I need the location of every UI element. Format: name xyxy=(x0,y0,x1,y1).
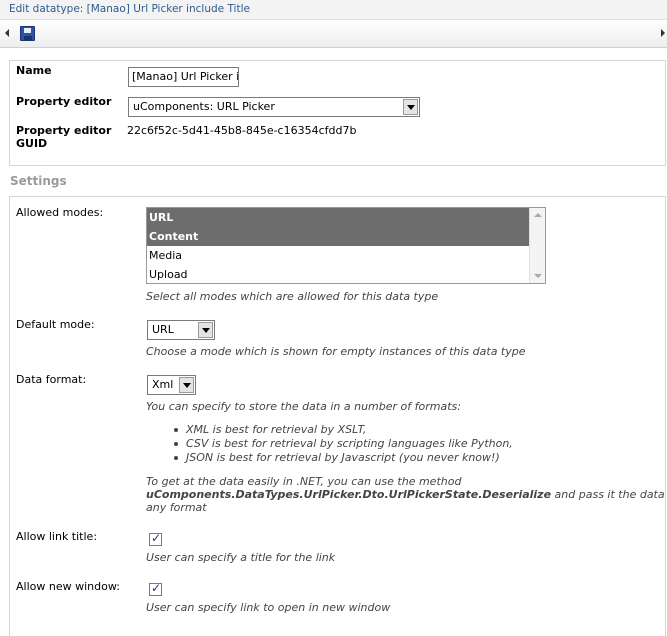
allow-new-window-checkbox[interactable]: ✓ xyxy=(149,581,162,596)
allow-new-window-label: Allow new window: xyxy=(16,580,120,593)
deserialize-method: uComponents.DataTypes.UrlPicker.Dto.UrlP… xyxy=(146,488,552,501)
property-editor-label: Property editor xyxy=(16,95,112,108)
default-mode-label: Default mode: xyxy=(16,318,95,331)
default-mode-value: URL xyxy=(152,323,174,336)
allow-link-title-label: Allow link title: xyxy=(16,530,98,543)
chevron-down-icon[interactable] xyxy=(403,99,418,115)
format-list: XML is best for retrieval by XSLT, CSV i… xyxy=(170,423,513,465)
checkmark-icon: ✓ xyxy=(151,531,162,545)
allow-link-title-checkbox[interactable]: ✓ xyxy=(149,531,162,546)
net-hint-line2-rest: and pass it the data in xyxy=(551,488,667,501)
default-mode-hint: Choose a mode which is shown for empty i… xyxy=(146,345,526,358)
net-hint-line2: uComponents.DataTypes.UrlPicker.Dto.UrlP… xyxy=(146,488,667,501)
list-item: XML is best for retrieval by XSLT, xyxy=(170,423,513,437)
data-format-hint: You can specify to store the data in a n… xyxy=(146,400,461,413)
default-mode-select[interactable]: URL xyxy=(147,320,215,340)
allowed-modes-hint: Select all modes which are allowed for t… xyxy=(146,290,439,303)
checkmark-icon: ✓ xyxy=(151,581,162,595)
mode-option-content[interactable]: Content xyxy=(147,227,529,246)
property-editor-select[interactable]: uComponents: URL Picker xyxy=(128,97,420,117)
guid-label-line1: Property editor xyxy=(16,124,112,137)
net-hint-line3: any format xyxy=(146,501,207,514)
allowed-modes-label: Allowed modes: xyxy=(16,206,104,219)
chevron-down-icon[interactable] xyxy=(179,377,194,393)
allowed-modes-listbox[interactable]: URL Content Media Upload xyxy=(146,207,546,284)
settings-heading: Settings xyxy=(10,174,67,188)
title-bar: Edit datatype: [Manao] Url Picker includ… xyxy=(0,0,667,20)
listbox-scrollbar[interactable] xyxy=(529,208,545,283)
property-editor-value: uComponents: URL Picker xyxy=(133,100,275,113)
scroll-right-icon[interactable] xyxy=(661,29,665,37)
name-label: Name xyxy=(16,64,52,77)
allow-link-title-hint: User can specify a title for the link xyxy=(146,551,336,564)
mode-option-media[interactable]: Media xyxy=(147,246,529,265)
data-format-value: Xml xyxy=(152,378,174,391)
data-format-label: Data format: xyxy=(16,373,87,386)
allow-new-window-hint: User can specify link to open in new win… xyxy=(146,601,391,614)
toolbar xyxy=(0,20,667,48)
list-item: JSON is best for retrieval by Javascript… xyxy=(170,451,513,465)
data-format-select[interactable]: Xml xyxy=(147,375,196,395)
guid-label-line2: GUID xyxy=(16,137,48,150)
mode-option-upload[interactable]: Upload xyxy=(147,265,529,283)
guid-value: 22c6f52c-5d41-45b8-845e-c16354cfdd7b xyxy=(127,124,357,137)
net-hint-line1: To get at the data easily in .NET, you c… xyxy=(146,475,462,488)
window-title: Edit datatype: [Manao] Url Picker includ… xyxy=(9,3,250,15)
name-input[interactable]: [Manao] Url Picker inc xyxy=(128,67,239,87)
floppy-disk-icon[interactable] xyxy=(20,26,35,41)
scroll-left-icon[interactable] xyxy=(5,29,9,37)
list-item: CSV is best for retrieval by scripting l… xyxy=(170,437,513,451)
mode-option-url[interactable]: URL xyxy=(147,208,529,227)
chevron-down-icon[interactable] xyxy=(198,322,213,338)
